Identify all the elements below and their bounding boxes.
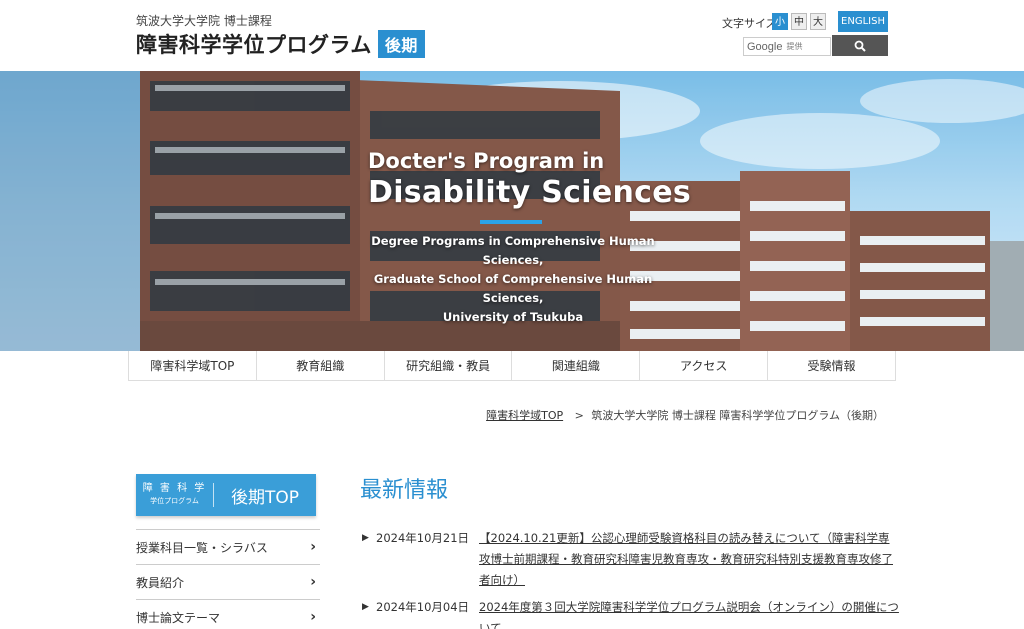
nav-item-education[interactable]: 教育組織 bbox=[255, 351, 384, 380]
hero-line3: Degree Programs in Comprehensive Human S… bbox=[371, 234, 655, 267]
hero-banner: Docter's Program in Disability Sciences … bbox=[0, 71, 1024, 351]
fontsize-large-button[interactable]: 大 bbox=[810, 13, 826, 30]
news-link[interactable]: 2024年度第３回大学院障害科学学位プログラム説明会（オンライン）の開催について bbox=[479, 597, 899, 629]
breadcrumb: 障害科学域TOP > 筑波大学大学院 博士課程 障害科学学位プログラム（後期） bbox=[486, 407, 884, 423]
search-icon bbox=[854, 40, 866, 52]
hero-line5: University of Tsukuba bbox=[442, 310, 584, 324]
sidebar-banner-line2: 学位プログラム bbox=[150, 497, 199, 505]
nav-item-research[interactable]: 研究組織・教員 bbox=[383, 351, 512, 380]
sidebar-item-thesis[interactable]: 博士論文テーマ › bbox=[136, 599, 320, 629]
chevron-right-icon: › bbox=[310, 609, 316, 625]
news-link[interactable]: 【2024.10.21更新】公認心理師受験資格科目の読み替えについて（障害科学専… bbox=[479, 528, 899, 591]
sidebar-item-label: 授業科目一覧・シラバス bbox=[136, 540, 268, 555]
hero-line4: Graduate School of Comprehensive Human S… bbox=[373, 272, 653, 305]
nav-item-access[interactable]: アクセス bbox=[639, 351, 767, 380]
news-list: ▶ 2024年10月21日 【2024.10.21更新】公認心理師受験資格科目の… bbox=[362, 528, 902, 629]
hero-line1: Docter's Program in bbox=[368, 149, 605, 173]
news-item: ▶ 2024年10月21日 【2024.10.21更新】公認心理師受験資格科目の… bbox=[362, 528, 902, 591]
hero-title: Disability Sciences bbox=[368, 175, 692, 210]
site-title-text[interactable]: 障害科学学位プログラム bbox=[136, 29, 372, 59]
chevron-right-icon: › bbox=[310, 574, 316, 590]
nav-item-related[interactable]: 関連組織 bbox=[511, 351, 639, 380]
sidebar-item-label: 教員紹介 bbox=[136, 575, 185, 590]
main-nav: 障害科学域TOP 教育組織 研究組織・教員 関連組織 アクセス 受験情報 bbox=[128, 351, 896, 381]
news-date: 2024年10月04日 bbox=[376, 600, 470, 614]
title-badge: 後期 bbox=[377, 30, 425, 58]
hero-text: Docter's Program in Disability Sciences … bbox=[368, 149, 691, 327]
fontsize-small-button[interactable]: 小 bbox=[772, 13, 788, 30]
nav-item-top[interactable]: 障害科学域TOP bbox=[128, 351, 256, 380]
site-header: 筑波大学大学院 博士課程 障害科学学位プログラム 後期 文字サイズ 小 中 大 … bbox=[0, 0, 1024, 71]
breadcrumb-current: 筑波大学大学院 博士課程 障害科学学位プログラム（後期） bbox=[591, 409, 884, 422]
triangle-bullet-icon: ▶ bbox=[362, 602, 369, 612]
fontsize-label: 文字サイズ bbox=[722, 17, 777, 30]
site-title[interactable]: 障害科学学位プログラム 後期 bbox=[136, 29, 425, 59]
hero-accent-bar bbox=[480, 220, 542, 224]
news-date: 2024年10月21日 bbox=[376, 531, 470, 545]
sidebar-item-syllabus[interactable]: 授業科目一覧・シラバス › bbox=[136, 529, 320, 564]
sidebar-banner-label: 後期TOP bbox=[230, 487, 300, 508]
sidebar-top-banner[interactable]: 障 害 科 学 学位プログラム 後期TOP bbox=[136, 474, 316, 516]
fontsize-medium-button[interactable]: 中 bbox=[791, 13, 807, 30]
breadcrumb-separator: > bbox=[574, 409, 584, 422]
chevron-right-icon: › bbox=[310, 539, 316, 555]
google-label: Google bbox=[747, 40, 783, 53]
triangle-bullet-icon: ▶ bbox=[362, 533, 369, 543]
search-button[interactable] bbox=[832, 35, 888, 56]
sidebar-menu: 授業科目一覧・シラバス › 教員紹介 › 博士論文テーマ › bbox=[136, 529, 320, 629]
search-input[interactable]: Google 提供 bbox=[743, 37, 831, 56]
news-heading: 最新情報 bbox=[360, 478, 449, 503]
sidebar-banner-line1: 障 害 科 学 bbox=[142, 483, 207, 494]
news-item: ▶ 2024年10月04日 2024年度第３回大学院障害科学学位プログラム説明会… bbox=[362, 597, 902, 629]
english-button[interactable]: ENGLISH bbox=[838, 11, 888, 32]
provider-label: 提供 bbox=[786, 42, 803, 51]
sidebar-item-faculty[interactable]: 教員紹介 › bbox=[136, 564, 320, 599]
nav-item-admission[interactable]: 受験情報 bbox=[767, 351, 896, 380]
university-line: 筑波大学大学院 博士課程 bbox=[136, 14, 272, 28]
sidebar-item-label: 博士論文テーマ bbox=[136, 610, 221, 625]
breadcrumb-link-top[interactable]: 障害科学域TOP bbox=[486, 409, 563, 422]
